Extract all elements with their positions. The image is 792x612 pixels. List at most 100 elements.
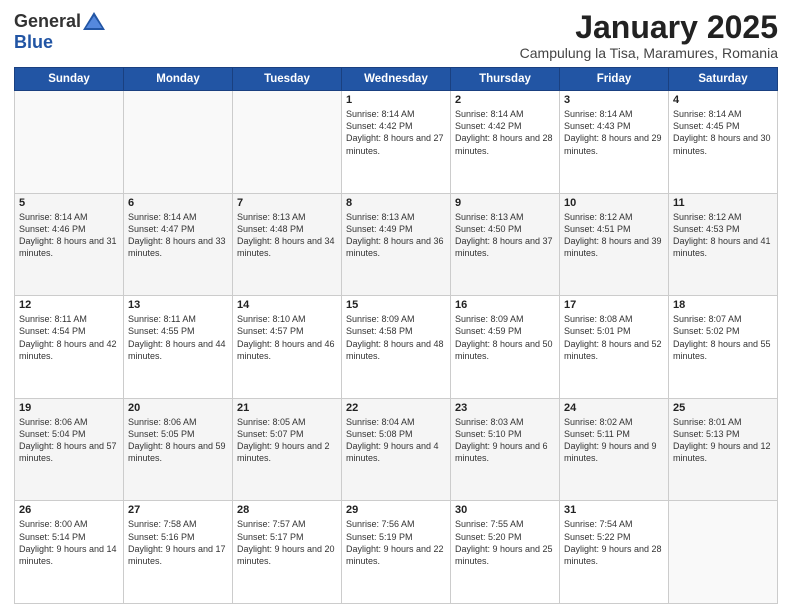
calendar-cell: 27 Sunrise: 7:58 AM Sunset: 5:16 PM Dayli… xyxy=(124,501,233,604)
day-number: 18 xyxy=(673,299,773,311)
day-number: 7 xyxy=(237,197,337,209)
day-info: Sunrise: 8:08 AM Sunset: 5:01 PM Dayligh… xyxy=(564,313,664,362)
day-number: 24 xyxy=(564,402,664,414)
logo-general: General xyxy=(14,11,81,32)
calendar-cell: 31Sunrise: 7:54 AM Sunset: 5:22 PM Dayli… xyxy=(560,501,669,604)
calendar-cell: 5 Sunrise: 8:14 AM Sunset: 4:46 PM Daylig… xyxy=(15,193,124,296)
day-number: 9 xyxy=(455,197,555,209)
day-info: Sunrise: 8:02 AM Sunset: 5:11 PM Dayligh… xyxy=(564,416,664,465)
calendar-cell: 10 Sunrise: 8:12 AM Sunset: 4:51 PM Dayli… xyxy=(560,193,669,296)
day-number: 16 xyxy=(455,299,555,311)
calendar-cell xyxy=(233,91,342,194)
day-number: 17 xyxy=(564,299,664,311)
calendar-cell: 14 Sunrise: 8:10 AM Sunset: 4:57 PM Dayli… xyxy=(233,296,342,399)
calendar-week-5: 26 Sunrise: 8:00 AM Sunset: 5:14 PM Dayli… xyxy=(15,501,778,604)
day-number: 13 xyxy=(128,299,228,311)
day-info: Sunrise: 8:14 AM Sunset: 4:43 PM Dayligh… xyxy=(564,108,664,157)
calendar-header: SundayMondayTuesdayWednesdayThursdayFrid… xyxy=(15,68,778,91)
calendar-week-4: 19 Sunrise: 8:06 AM Sunset: 5:04 PM Dayli… xyxy=(15,398,778,501)
day-info: Sunrise: 8:14 AM Sunset: 4:42 PM Dayligh… xyxy=(455,108,555,157)
day-info: Sunrise: 7:56 AM Sunset: 5:19 PM Dayligh… xyxy=(346,518,446,567)
day-number: 25 xyxy=(673,402,773,414)
calendar-cell: 23Sunrise: 8:03 AM Sunset: 5:10 PM Dayli… xyxy=(451,398,560,501)
day-info: Sunrise: 8:14 AM Sunset: 4:42 PM Dayligh… xyxy=(346,108,446,157)
day-number: 10 xyxy=(564,197,664,209)
logo-blue-text: Blue xyxy=(14,32,53,53)
calendar-cell: 7 Sunrise: 8:13 AM Sunset: 4:48 PM Daylig… xyxy=(233,193,342,296)
day-info: Sunrise: 8:14 AM Sunset: 4:46 PM Dayligh… xyxy=(19,211,119,260)
day-info: Sunrise: 8:05 AM Sunset: 5:07 PM Dayligh… xyxy=(237,416,337,465)
day-number: 28 xyxy=(237,504,337,516)
calendar-cell: 29 Sunrise: 7:56 AM Sunset: 5:19 PM Dayli… xyxy=(342,501,451,604)
day-number: 23 xyxy=(455,402,555,414)
day-number: 15 xyxy=(346,299,446,311)
day-info: Sunrise: 8:06 AM Sunset: 5:04 PM Dayligh… xyxy=(19,416,119,465)
calendar-cell: 25 Sunrise: 8:01 AM Sunset: 5:13 PM Dayli… xyxy=(669,398,778,501)
day-info: Sunrise: 8:06 AM Sunset: 5:05 PM Dayligh… xyxy=(128,416,228,465)
day-info: Sunrise: 8:14 AM Sunset: 4:45 PM Dayligh… xyxy=(673,108,773,157)
day-info: Sunrise: 8:11 AM Sunset: 4:54 PM Dayligh… xyxy=(19,313,119,362)
day-info: Sunrise: 8:00 AM Sunset: 5:14 PM Dayligh… xyxy=(19,518,119,567)
calendar-cell: 15 Sunrise: 8:09 AM Sunset: 4:58 PM Dayli… xyxy=(342,296,451,399)
day-number: 2 xyxy=(455,94,555,106)
day-info: Sunrise: 8:09 AM Sunset: 4:59 PM Dayligh… xyxy=(455,313,555,362)
page: General Blue January 2025 Campulung la T… xyxy=(0,0,792,612)
logo-icon xyxy=(83,10,105,32)
day-info: Sunrise: 8:01 AM Sunset: 5:13 PM Dayligh… xyxy=(673,416,773,465)
calendar-cell: 26 Sunrise: 8:00 AM Sunset: 5:14 PM Dayli… xyxy=(15,501,124,604)
day-info: Sunrise: 7:54 AM Sunset: 5:22 PM Dayligh… xyxy=(564,518,664,567)
calendar-cell: 4 Sunrise: 8:14 AM Sunset: 4:45 PM Daylig… xyxy=(669,91,778,194)
calendar-cell: 12 Sunrise: 8:11 AM Sunset: 4:54 PM Dayli… xyxy=(15,296,124,399)
day-info: Sunrise: 8:09 AM Sunset: 4:58 PM Dayligh… xyxy=(346,313,446,362)
day-info: Sunrise: 8:13 AM Sunset: 4:49 PM Dayligh… xyxy=(346,211,446,260)
calendar-cell: 3 Sunrise: 8:14 AM Sunset: 4:43 PM Daylig… xyxy=(560,91,669,194)
calendar-cell: 17 Sunrise: 8:08 AM Sunset: 5:01 PM Dayli… xyxy=(560,296,669,399)
day-number: 26 xyxy=(19,504,119,516)
weekday-header-monday: Monday xyxy=(124,68,233,91)
calendar-cell: 28 Sunrise: 7:57 AM Sunset: 5:17 PM Dayli… xyxy=(233,501,342,604)
day-info: Sunrise: 7:57 AM Sunset: 5:17 PM Dayligh… xyxy=(237,518,337,567)
day-number: 5 xyxy=(19,197,119,209)
day-number: 30 xyxy=(455,504,555,516)
day-info: Sunrise: 8:12 AM Sunset: 4:51 PM Dayligh… xyxy=(564,211,664,260)
logo-text: General xyxy=(14,10,105,32)
calendar-cell: 6 Sunrise: 8:14 AM Sunset: 4:47 PM Daylig… xyxy=(124,193,233,296)
calendar-cell: 13 Sunrise: 8:11 AM Sunset: 4:55 PM Dayli… xyxy=(124,296,233,399)
day-number: 27 xyxy=(128,504,228,516)
day-number: 19 xyxy=(19,402,119,414)
weekday-header-tuesday: Tuesday xyxy=(233,68,342,91)
calendar-week-2: 5 Sunrise: 8:14 AM Sunset: 4:46 PM Daylig… xyxy=(15,193,778,296)
calendar-cell xyxy=(669,501,778,604)
day-info: Sunrise: 7:55 AM Sunset: 5:20 PM Dayligh… xyxy=(455,518,555,567)
day-info: Sunrise: 7:58 AM Sunset: 5:16 PM Dayligh… xyxy=(128,518,228,567)
day-number: 14 xyxy=(237,299,337,311)
day-number: 8 xyxy=(346,197,446,209)
calendar-cell: 11Sunrise: 8:12 AM Sunset: 4:53 PM Dayli… xyxy=(669,193,778,296)
day-number: 29 xyxy=(346,504,446,516)
weekday-header-friday: Friday xyxy=(560,68,669,91)
weekday-header-sunday: Sunday xyxy=(15,68,124,91)
day-info: Sunrise: 8:10 AM Sunset: 4:57 PM Dayligh… xyxy=(237,313,337,362)
calendar-body: 1 Sunrise: 8:14 AM Sunset: 4:42 PM Daylig… xyxy=(15,91,778,604)
subtitle: Campulung la Tisa, Maramures, Romania xyxy=(520,45,778,61)
calendar-cell: 1 Sunrise: 8:14 AM Sunset: 4:42 PM Daylig… xyxy=(342,91,451,194)
day-number: 1 xyxy=(346,94,446,106)
day-number: 20 xyxy=(128,402,228,414)
day-number: 4 xyxy=(673,94,773,106)
calendar-table: SundayMondayTuesdayWednesdayThursdayFrid… xyxy=(14,67,778,604)
header: General Blue January 2025 Campulung la T… xyxy=(14,10,778,61)
calendar-cell: 21Sunrise: 8:05 AM Sunset: 5:07 PM Dayli… xyxy=(233,398,342,501)
weekday-header-thursday: Thursday xyxy=(451,68,560,91)
day-number: 12 xyxy=(19,299,119,311)
calendar-cell: 24 Sunrise: 8:02 AM Sunset: 5:11 PM Dayli… xyxy=(560,398,669,501)
day-info: Sunrise: 8:11 AM Sunset: 4:55 PM Dayligh… xyxy=(128,313,228,362)
weekday-header-wednesday: Wednesday xyxy=(342,68,451,91)
calendar-cell: 2 Sunrise: 8:14 AM Sunset: 4:42 PM Daylig… xyxy=(451,91,560,194)
day-info: Sunrise: 8:13 AM Sunset: 4:48 PM Dayligh… xyxy=(237,211,337,260)
calendar-cell xyxy=(15,91,124,194)
day-number: 11 xyxy=(673,197,773,209)
day-number: 6 xyxy=(128,197,228,209)
day-number: 3 xyxy=(564,94,664,106)
day-info: Sunrise: 8:14 AM Sunset: 4:47 PM Dayligh… xyxy=(128,211,228,260)
day-info: Sunrise: 8:13 AM Sunset: 4:50 PM Dayligh… xyxy=(455,211,555,260)
